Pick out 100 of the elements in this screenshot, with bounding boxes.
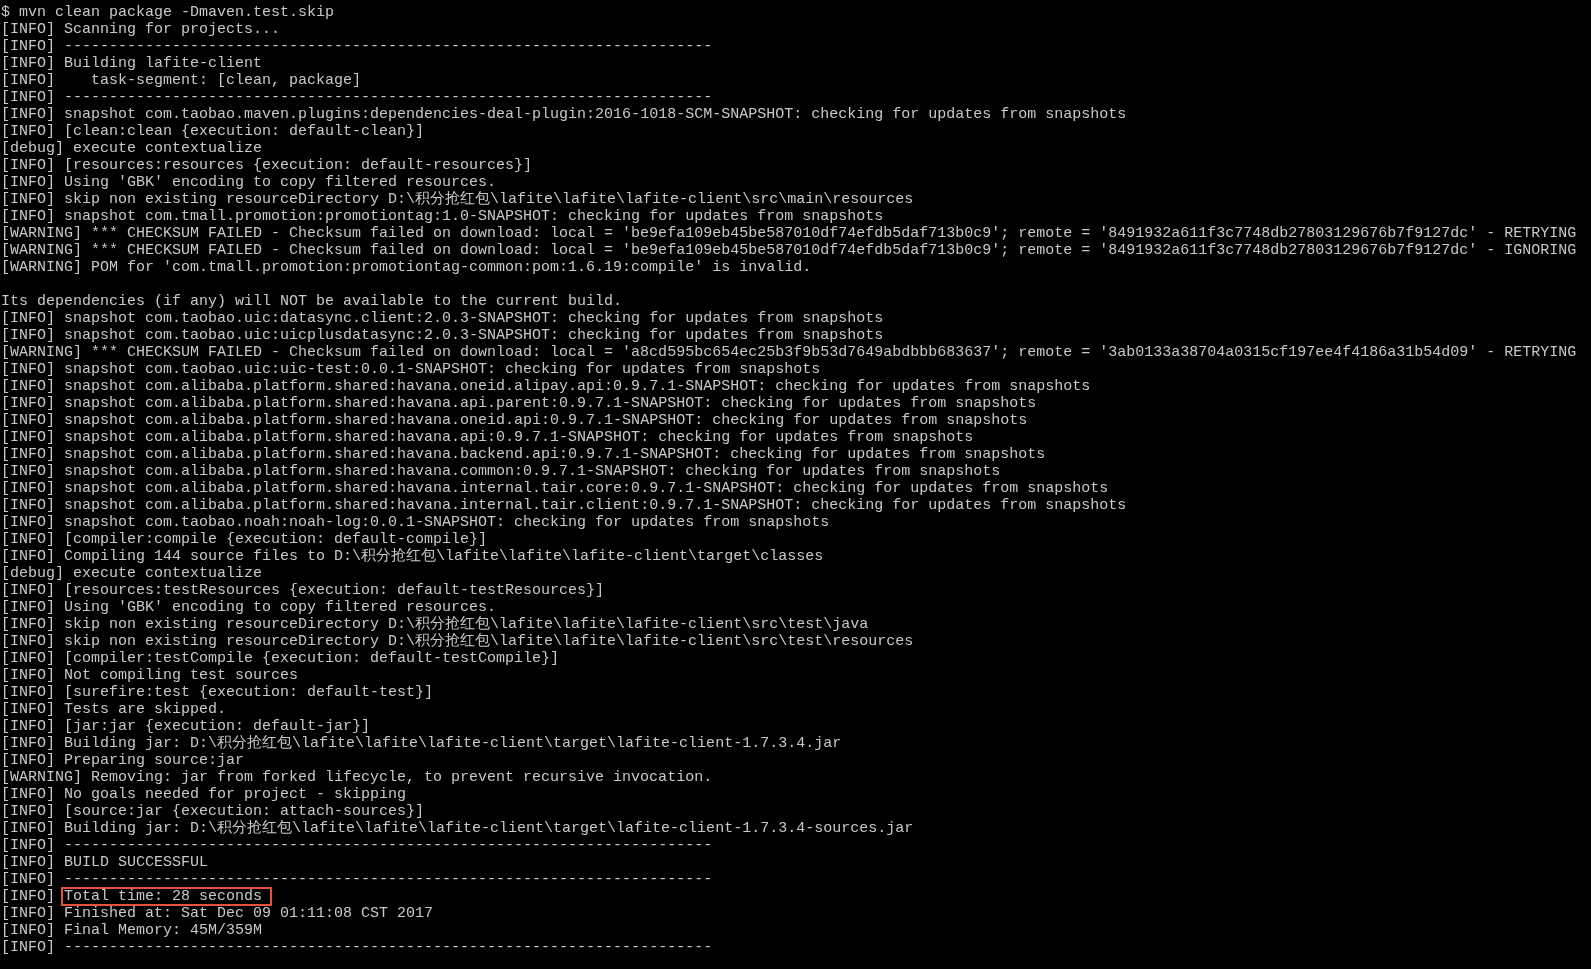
log-level: [INFO] — [1, 327, 55, 344]
log-level: [INFO] — [1, 599, 55, 616]
log-level: [WARNING] — [1, 225, 82, 242]
log-message: Removing: jar from forked lifecycle, to prevent recursive invocation. — [91, 769, 713, 786]
log-level: [INFO] — [1, 616, 55, 633]
log-message: [compiler:compile {execution: default-compile}] — [64, 531, 488, 548]
log-level: [INFO] — [1, 157, 55, 174]
log-level: [INFO] — [1, 123, 55, 140]
log-message: [surefire:test {execution: default-test}] — [64, 684, 434, 701]
log-level: [INFO] — [1, 939, 55, 956]
log-message: snapshot com.alibaba.platform.shared:havana.internal.tair.client:0.9.7.1-SNAPSHOT: checking for updates from snapshots — [64, 497, 1127, 514]
log-level: [INFO] — [1, 667, 55, 684]
log-message: task-segment: [clean, package] — [90, 72, 362, 89]
log-message: Using 'GBK' encoding to copy filtered resources. — [64, 174, 497, 191]
log-message: POM for 'com.tmall.promotion:promotiontag-common:pom:1.6.19:compile' is invalid. — [91, 259, 812, 276]
log-level: [INFO] — [1, 463, 55, 480]
log-message: Compiling 144 source files to D:\积分抢红包\lafite\lafite\lafite-client\target\classes — [64, 548, 824, 565]
log-message: [resources:testResources {execution: default-testResources}] — [64, 582, 605, 599]
log-message: skip non existing resourceDirectory D:\积分抢红包\lafite\lafite\lafite-client\src\test\resources — [64, 633, 914, 650]
log-level: [INFO] — [1, 55, 55, 72]
log-message: [jar:jar {execution: default-jar}] — [64, 718, 371, 735]
log-level: [INFO] — [1, 208, 55, 225]
log-message: ------------------------------------------------------------------------ — [64, 38, 713, 55]
log-level: [INFO] — [1, 650, 55, 667]
log-message: snapshot com.alibaba.platform.shared:havana.oneid.api:0.9.7.1-SNAPSHOT: checking for updates from snapshots — [64, 412, 1028, 429]
log-message: *** CHECKSUM FAILED - Checksum failed on download: local = 'be9efa109eb45be587010df74efdb5daf713b0c9'; remote = '8491932a611f3c7748db27803129676b7f9127dc' - IGNORING — [91, 242, 1577, 259]
log-message: BUILD SUCCESSFUL — [64, 854, 209, 871]
log-message: Scanning for projects... — [64, 21, 281, 38]
log-level: [INFO] — [1, 446, 55, 463]
log-message: [resources:resources {execution: default-resources}] — [64, 157, 533, 174]
log-message: snapshot com.alibaba.platform.shared:havana.internal.tair.core:0.9.7.1-SNAPSHOT: checking for updates from snapshots — [64, 480, 1109, 497]
log-level: [INFO] — [1, 429, 55, 446]
log-message: Total time: 28 seconds — [61, 887, 273, 906]
log-message: snapshot com.taobao.uic:datasync.client:2.0.3-SNAPSHOT: checking for updates from snapshots — [64, 310, 884, 327]
log-message: Its dependencies (if any) will NOT be available to the current build. — [1, 293, 623, 310]
log-message: snapshot com.tmall.promotion:promotiontag:1.0-SNAPSHOT: checking for updates from snapshots — [64, 208, 884, 225]
log-level: [WARNING] — [1, 242, 82, 259]
log-message: Not compiling test sources — [64, 667, 299, 684]
log-message: Building jar: D:\积分抢红包\lafite\lafite\lafite-client\target\lafite-client-1.7.3.4.jar — [64, 735, 842, 752]
log-level: [INFO] — [1, 888, 55, 905]
log-message: snapshot com.alibaba.platform.shared:havana.backend.api:0.9.7.1-SNAPSHOT: checking for updates from snapshots — [64, 446, 1046, 463]
log-message: [compiler:testCompile {execution: default-testCompile}] — [64, 650, 560, 667]
log-level: [INFO] — [1, 480, 55, 497]
log-level: [INFO] — [1, 106, 55, 123]
log-level: [INFO] — [1, 548, 55, 565]
log-level: [WARNING] — [1, 259, 82, 276]
log-message: snapshot com.alibaba.platform.shared:havana.oneid.alipay.api:0.9.7.1-SNAPSHOT: checking for updates from snapshots — [64, 378, 1091, 395]
log-message: Tests are skipped. — [64, 701, 227, 718]
log-level: [INFO] — [1, 752, 55, 769]
log-level: [INFO] — [1, 922, 55, 939]
log-message: No goals needed for project - skipping — [64, 786, 407, 803]
log-level: [INFO] — [1, 820, 55, 837]
log-message: Using 'GBK' encoding to copy filtered resources. — [64, 599, 497, 616]
log-level: [INFO] — [1, 378, 55, 395]
log-message: Final Memory: 45M/359M — [64, 922, 263, 939]
log-message: *** CHECKSUM FAILED - Checksum failed on download: local = 'be9efa109eb45be587010df74efdb5daf713b0c9'; remote = '8491932a611f3c7748db27803129676b7f9127dc' - RETRYING — [91, 225, 1577, 242]
log-level: [INFO] — [1, 310, 55, 327]
log-level: [INFO] — [1, 837, 55, 854]
log-message: [source:jar {execution: attach-sources}] — [64, 803, 425, 820]
log-level: [INFO] — [1, 854, 55, 871]
log-level: [INFO] — [1, 905, 55, 922]
log-level: [INFO] — [1, 174, 55, 191]
log-level: [debug] — [1, 565, 64, 582]
log-message: execute contextualize — [73, 140, 263, 157]
log-message: Building lafite-client — [64, 55, 263, 72]
log-level: [INFO] — [1, 735, 55, 752]
log-level: [INFO] — [1, 38, 55, 55]
log-level: [INFO] — [1, 718, 55, 735]
log-message: ------------------------------------------------------------------------ — [64, 89, 713, 106]
log-level: [INFO] — [1, 497, 55, 514]
log-level: [INFO] — [1, 514, 55, 531]
log-level: [WARNING] — [1, 344, 82, 361]
log-message: snapshot com.taobao.noah:noah-log:0.0.1-SNAPSHOT: checking for updates from snapshots — [64, 514, 830, 531]
log-level: [INFO] — [1, 191, 55, 208]
log-level: [INFO] — [1, 786, 55, 803]
log-level: [INFO] — [1, 72, 55, 89]
log-level: [INFO] — [1, 582, 55, 599]
log-level: [INFO] — [1, 701, 55, 718]
log-message: snapshot com.alibaba.platform.shared:havana.api:0.9.7.1-SNAPSHOT: checking for updates from snapshots — [64, 429, 974, 446]
log-message: *** CHECKSUM FAILED - Checksum failed on download: local = 'a8cd595bc654ec25b3f9b53d7649abdbbb683637'; remote = '3ab0133a38704a0315cf197ee4f4186a31b54d09' - RETRYING — [91, 344, 1577, 361]
log-message: [clean:clean {execution: default-clean}] — [64, 123, 425, 140]
log-message: Finished at: Sat Dec 09 01:11:08 CST 2017 — [64, 905, 434, 922]
log-message: ------------------------------------------------------------------------ — [64, 837, 713, 854]
log-message: Building jar: D:\积分抢红包\lafite\lafite\lafite-client\target\lafite-client-1.7.3.4-sources.jar — [64, 820, 914, 837]
log-level: [WARNING] — [1, 769, 82, 786]
log-message: snapshot com.alibaba.platform.shared:havana.common:0.9.7.1-SNAPSHOT: checking for updates from snapshots — [64, 463, 1001, 480]
log-level: [INFO] — [1, 89, 55, 106]
log-message: Preparing source:jar — [64, 752, 245, 769]
log-level: [INFO] — [1, 395, 55, 412]
log-level: [INFO] — [1, 361, 55, 378]
log-level: [INFO] — [1, 684, 55, 701]
log-level: [INFO] — [1, 531, 55, 548]
log-message: snapshot com.taobao.uic:uicplusdatasync:2.0.3-SNAPSHOT: checking for updates from snapshots — [64, 327, 884, 344]
log-message: skip non existing resourceDirectory D:\积分抢红包\lafite\lafite\lafite-client\src\test\java — [64, 616, 869, 633]
log-message: ------------------------------------------------------------------------ — [64, 871, 713, 888]
log-level: [INFO] — [1, 633, 55, 650]
log-message: snapshot com.taobao.maven.plugins:dependencies-deal-plugin:2016-1018-SCM-SNAPSHOT: checking for updates from snapshots — [64, 106, 1127, 123]
log-level: [INFO] — [1, 412, 55, 429]
log-message: snapshot com.taobao.uic:uic-test:0.0.1-SNAPSHOT: checking for updates from snapshots — [64, 361, 821, 378]
command-line: $ mvn clean package -Dmaven.test.skip — [1, 4, 335, 21]
